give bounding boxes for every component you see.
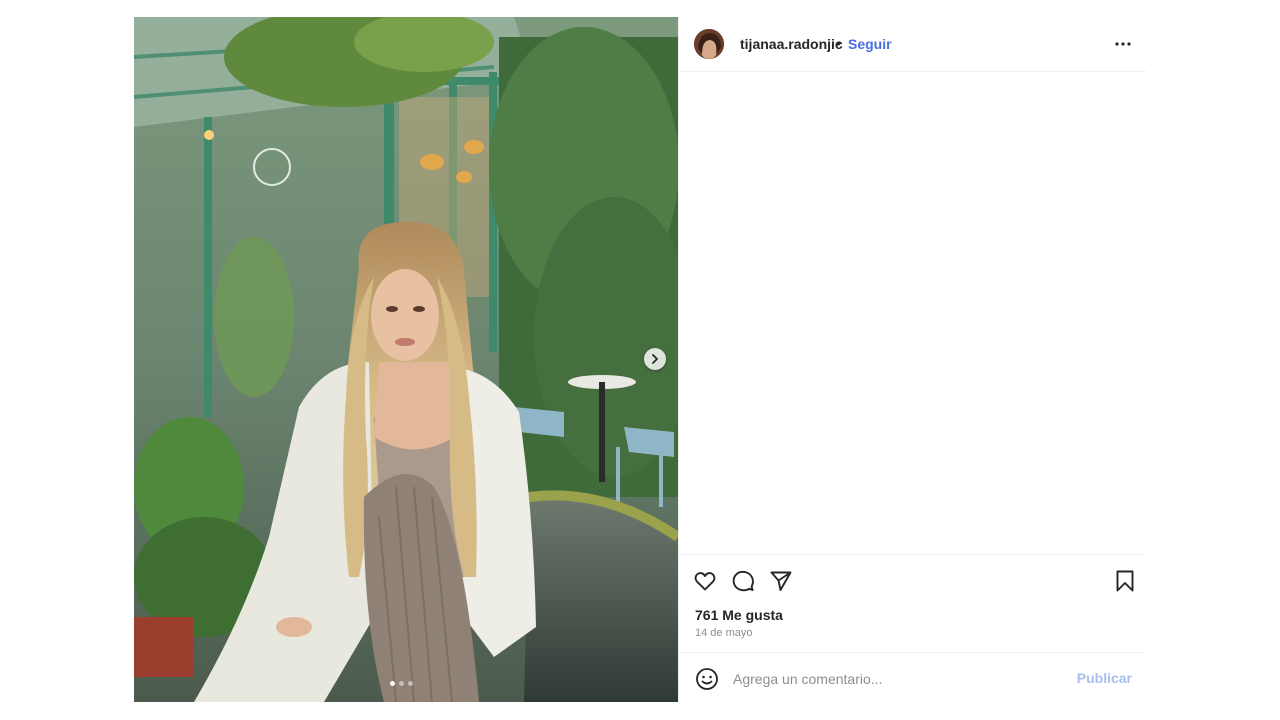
- post-photo[interactable]: [134, 17, 678, 702]
- carousel-dot: [408, 681, 413, 686]
- post-header: tijanaa.radonjic • Seguir: [679, 17, 1146, 72]
- carousel-indicator: [390, 681, 413, 686]
- save-button[interactable]: [1113, 569, 1137, 593]
- comment-bar: Publicar: [679, 652, 1146, 702]
- like-button[interactable]: [693, 569, 717, 593]
- photo-illustration: [134, 17, 678, 702]
- comment-bubble-icon: [732, 570, 754, 592]
- post-actions: 761 Me gusta 14 de mayo: [679, 554, 1146, 652]
- send-icon: [770, 571, 792, 591]
- share-button[interactable]: [769, 569, 793, 593]
- next-slide-button[interactable]: [644, 348, 666, 370]
- chevron-right-icon: [652, 354, 658, 364]
- carousel-dot: [399, 681, 404, 686]
- comment-button[interactable]: [731, 569, 755, 593]
- emoji-icon: [696, 668, 718, 690]
- likes-count[interactable]: 761 Me gusta: [695, 607, 783, 623]
- carousel-dot-active: [390, 681, 395, 686]
- instagram-post: tijanaa.radonjic • Seguir 761 Me gusta 1…: [134, 17, 1146, 702]
- separator-dot: •: [836, 35, 841, 51]
- comment-input[interactable]: [731, 667, 1065, 691]
- bookmark-icon: [1116, 570, 1134, 592]
- more-options-icon: [1115, 42, 1131, 46]
- follow-button[interactable]: Seguir: [848, 36, 892, 52]
- heart-icon: [694, 572, 716, 591]
- username-link[interactable]: tijanaa.radonjic: [740, 36, 843, 52]
- publish-button[interactable]: Publicar: [1077, 670, 1132, 686]
- avatar-image: [694, 29, 724, 59]
- post-side-panel: tijanaa.radonjic • Seguir 761 Me gusta 1…: [678, 17, 1146, 702]
- avatar[interactable]: [694, 29, 724, 59]
- post-date[interactable]: 14 de mayo: [695, 627, 752, 639]
- more-options-button[interactable]: [1114, 35, 1132, 53]
- emoji-button[interactable]: [695, 667, 719, 691]
